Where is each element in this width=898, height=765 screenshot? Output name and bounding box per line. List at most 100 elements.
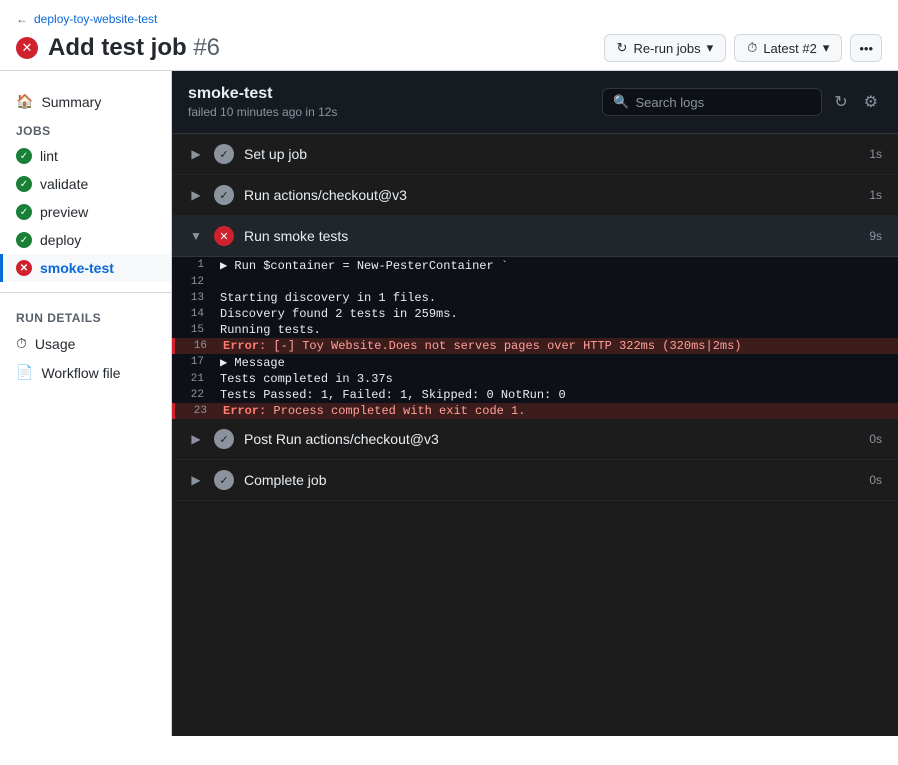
search-logs-input-wrap[interactable]: 🔍 (602, 88, 822, 116)
breadcrumb-link[interactable]: deploy-toy-website-test (34, 12, 157, 26)
status-fail-icon: ✕ (16, 260, 32, 276)
page-fail-icon: ✕ (16, 37, 38, 59)
log-line[interactable]: 14 Discovery found 2 tests in 259ms. (172, 306, 898, 322)
search-logs-input[interactable] (635, 95, 811, 110)
log-line-text (220, 275, 882, 289)
status-success-icon: ✓ (16, 176, 32, 192)
clock-icon: ⏱ (16, 335, 27, 352)
step-time: 1s (869, 188, 882, 202)
more-options-button[interactable]: ••• (850, 34, 882, 62)
log-line-number: 13 (172, 291, 220, 304)
error-keyword: Error: (223, 339, 266, 353)
job-title: smoke-test (188, 85, 337, 103)
step-time: 0s (869, 432, 882, 446)
log-line-text: Starting discovery in 1 files. (220, 291, 882, 305)
home-icon: 🏠 (16, 93, 33, 110)
sidebar-item-validate[interactable]: ✓ validate (0, 170, 171, 198)
step-name: Post Run actions/checkout@v3 (244, 431, 859, 447)
sidebar: 🏠 Summary Jobs ✓ lint ✓ validate ✓ previ… (0, 71, 172, 736)
sidebar-item-workflow-file[interactable]: 📄 Workflow file (0, 358, 171, 387)
log-line-error[interactable]: 16 Error: [-] Toy Website.Does not serve… (172, 338, 898, 354)
step-fail-icon: ✕ (214, 226, 234, 246)
step-name: Complete job (244, 472, 859, 488)
sidebar-item-deploy[interactable]: ✓ deploy (0, 226, 171, 254)
search-icon: 🔍 (613, 94, 629, 110)
chevron-down-icon: ▼ (188, 229, 204, 243)
job-smoke-test-label: smoke-test (40, 260, 114, 276)
step-success-icon: ✓ (214, 429, 234, 449)
job-preview-label: preview (40, 204, 88, 220)
step-success-icon: ✓ (214, 144, 234, 164)
log-line[interactable]: 12 (172, 274, 898, 290)
chevron-right-icon: ▶ (188, 147, 204, 161)
log-area: 1 ▶ Run $container = New-PesterContainer… (172, 257, 898, 419)
settings-button[interactable]: ⚙ (860, 88, 882, 116)
log-line-error[interactable]: 23 Error: Process completed with exit co… (172, 403, 898, 419)
sidebar-divider (0, 292, 171, 293)
usage-label: Usage (35, 336, 75, 352)
log-line-text: Tests Passed: 1, Failed: 1, Skipped: 0 N… (220, 388, 882, 402)
job-deploy-label: deploy (40, 232, 81, 248)
error-keyword: Error: (223, 404, 266, 418)
sidebar-item-lint[interactable]: ✓ lint (0, 142, 171, 170)
log-line-number: 22 (172, 388, 220, 401)
sidebar-summary-label: Summary (41, 94, 101, 110)
sidebar-item-preview[interactable]: ✓ preview (0, 198, 171, 226)
log-line[interactable]: 1 ▶ Run $container = New-PesterContainer… (172, 257, 898, 274)
rerun-icon: ↻ (617, 40, 628, 56)
log-line[interactable]: 17 ▶ Message (172, 354, 898, 371)
status-success-icon: ✓ (16, 148, 32, 164)
back-arrow-icon: ← (16, 12, 28, 26)
sidebar-item-smoke-test[interactable]: ✕ smoke-test (0, 254, 171, 282)
step-run-checkout[interactable]: ▶ ✓ Run actions/checkout@v3 1s (172, 175, 898, 216)
job-lint-label: lint (40, 148, 58, 164)
job-validate-label: validate (40, 176, 88, 192)
step-name: Run actions/checkout@v3 (244, 187, 859, 203)
job-search-area: 🔍 ↻ ⚙ (602, 88, 882, 116)
chevron-right-icon: ▶ (188, 473, 204, 487)
status-success-icon: ✓ (16, 232, 32, 248)
rerun-jobs-button[interactable]: ↻ Re-run jobs ▾ (604, 34, 727, 62)
file-icon: 📄 (16, 364, 33, 381)
step-success-icon: ✓ (214, 185, 234, 205)
status-success-icon: ✓ (16, 204, 32, 220)
step-time: 0s (869, 473, 882, 487)
jobs-section-label: Jobs (0, 116, 171, 142)
chevron-right-icon: ▶ (188, 188, 204, 202)
more-icon: ••• (859, 41, 873, 56)
log-line-number: 15 (172, 323, 220, 336)
log-line-number: 17 (172, 355, 220, 368)
log-line-text: ▶ Message (220, 355, 882, 370)
log-line-text: Error: Process completed with exit code … (223, 404, 882, 418)
log-line[interactable]: 15 Running tests. (172, 322, 898, 338)
step-set-up-job[interactable]: ▶ ✓ Set up job 1s (172, 134, 898, 175)
job-header: smoke-test failed 10 minutes ago in 12s … (172, 71, 898, 134)
log-line[interactable]: 13 Starting discovery in 1 files. (172, 290, 898, 306)
rerun-dropdown-icon: ▾ (707, 40, 714, 56)
log-line[interactable]: 21 Tests completed in 3.37s (172, 371, 898, 387)
sidebar-item-summary[interactable]: 🏠 Summary (0, 87, 171, 116)
chevron-right-icon: ▶ (188, 432, 204, 446)
page-title: Add test job #6 (48, 34, 220, 62)
step-complete-job[interactable]: ▶ ✓ Complete job 0s (172, 460, 898, 501)
clock-icon: ⏱ (747, 40, 757, 56)
step-run-smoke-tests[interactable]: ▼ ✕ Run smoke tests 9s (172, 216, 898, 257)
sidebar-item-usage[interactable]: ⏱ Usage (0, 329, 171, 358)
refresh-logs-button[interactable]: ↻ (830, 88, 851, 116)
job-subtitle: failed 10 minutes ago in 12s (188, 105, 337, 119)
log-line-text: Discovery found 2 tests in 259ms. (220, 307, 882, 321)
workflow-file-label: Workflow file (41, 365, 120, 381)
latest-dropdown-icon: ▾ (823, 40, 830, 56)
log-line-number: 21 (172, 372, 220, 385)
log-line[interactable]: 22 Tests Passed: 1, Failed: 1, Skipped: … (172, 387, 898, 403)
log-line-text: Running tests. (220, 323, 882, 337)
log-line-number: 12 (172, 275, 220, 288)
latest-button[interactable]: ⏱ Latest #2 ▾ (734, 34, 842, 62)
log-line-text: ▶ Run $container = New-PesterContainer ` (220, 258, 882, 273)
step-post-run-checkout[interactable]: ▶ ✓ Post Run actions/checkout@v3 0s (172, 419, 898, 460)
step-name: Set up job (244, 146, 859, 162)
main-content: smoke-test failed 10 minutes ago in 12s … (172, 71, 898, 736)
run-details-section-label: Run details (0, 303, 171, 329)
step-success-icon: ✓ (214, 470, 234, 490)
step-name: Run smoke tests (244, 228, 859, 244)
